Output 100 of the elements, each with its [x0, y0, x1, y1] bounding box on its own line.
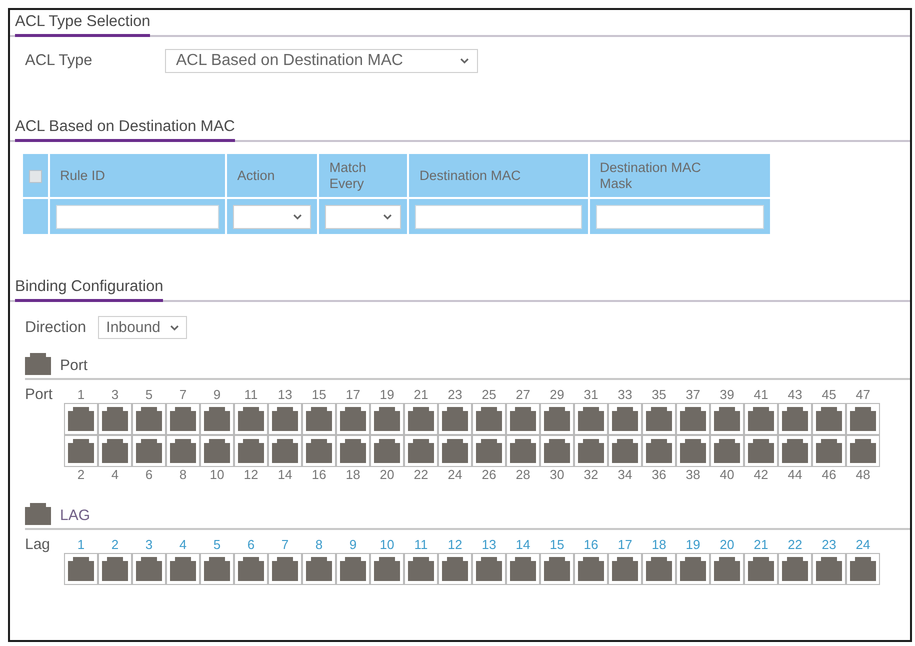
ethernet-port-icon[interactable]: [710, 553, 744, 585]
ethernet-port-icon[interactable]: [642, 403, 676, 435]
lag-number: 16: [582, 537, 600, 553]
ethernet-port-icon[interactable]: [132, 403, 166, 435]
ethernet-port-icon[interactable]: [540, 553, 574, 585]
ethernet-port-icon[interactable]: [608, 553, 642, 585]
ethernet-port-icon[interactable]: [540, 403, 574, 435]
ethernet-port-icon[interactable]: [404, 553, 438, 585]
ethernet-port-icon[interactable]: [506, 403, 540, 435]
ethernet-port-icon[interactable]: [98, 553, 132, 585]
text-field[interactable]: [56, 204, 220, 228]
ethernet-port-icon[interactable]: [234, 435, 268, 467]
ethernet-port-icon[interactable]: [234, 553, 268, 585]
ethernet-port-icon[interactable]: [676, 553, 710, 585]
ethernet-port-icon[interactable]: [166, 403, 200, 435]
ethernet-port-icon[interactable]: [98, 435, 132, 467]
ethernet-port-icon[interactable]: [744, 403, 778, 435]
text-field[interactable]: [596, 204, 764, 228]
ethernet-port-icon[interactable]: [404, 435, 438, 467]
ethernet-port-icon[interactable]: [846, 435, 880, 467]
ethernet-port-icon[interactable]: [676, 403, 710, 435]
ethernet-port-icon[interactable]: [846, 553, 880, 585]
ethernet-port-icon[interactable]: [302, 403, 336, 435]
port-number: 11: [243, 387, 259, 403]
port-number: 30: [548, 467, 566, 483]
ethernet-port-icon[interactable]: [98, 403, 132, 435]
ethernet-port-icon[interactable]: [200, 403, 234, 435]
ethernet-port-icon[interactable]: [200, 435, 234, 467]
ethernet-port-icon[interactable]: [64, 403, 98, 435]
port-number: 34: [616, 467, 634, 483]
ethernet-port-icon[interactable]: [778, 403, 812, 435]
ethernet-port-icon[interactable]: [574, 435, 608, 467]
port-number: 12: [242, 467, 260, 483]
ethernet-port-icon[interactable]: [166, 553, 200, 585]
ethernet-port-icon[interactable]: [812, 435, 846, 467]
ethernet-port-icon[interactable]: [370, 403, 404, 435]
ethernet-port-icon[interactable]: [846, 403, 880, 435]
ethernet-port-icon[interactable]: [370, 553, 404, 585]
ethernet-port-icon[interactable]: [302, 435, 336, 467]
ethernet-port-icon[interactable]: [370, 435, 404, 467]
ethernet-port-icon[interactable]: [642, 553, 676, 585]
ethernet-port-icon[interactable]: [438, 435, 472, 467]
ethernet-port-icon[interactable]: [608, 435, 642, 467]
ethernet-port-icon[interactable]: [268, 403, 302, 435]
ethernet-port-icon[interactable]: [778, 435, 812, 467]
field-label: ACL Type: [25, 52, 94, 70]
port-number: 18: [344, 467, 362, 483]
port-number: 36: [650, 467, 668, 483]
direction-select[interactable]: Inbound: [98, 316, 188, 339]
ethernet-port-icon[interactable]: [336, 435, 370, 467]
ethernet-port-icon[interactable]: [472, 403, 506, 435]
port-number: 47: [854, 387, 872, 403]
ethernet-port-icon[interactable]: [336, 403, 370, 435]
ethernet-port-icon[interactable]: [132, 435, 166, 467]
ethernet-port-icon[interactable]: [744, 553, 778, 585]
ethernet-port-icon[interactable]: [302, 553, 336, 585]
dropdown-field[interactable]: [233, 204, 312, 228]
ethernet-port-icon[interactable]: [642, 435, 676, 467]
ethernet-port-icon[interactable]: [472, 435, 506, 467]
lag-number: 17: [616, 537, 634, 553]
ethernet-port-icon[interactable]: [540, 435, 574, 467]
ethernet-port-icon[interactable]: [574, 553, 608, 585]
ethernet-port-icon[interactable]: [812, 553, 846, 585]
port-number: 26: [480, 467, 498, 483]
acl-type-select[interactable]: ACL Based on Destination MAC: [165, 49, 478, 73]
ethernet-port-icon[interactable]: [778, 553, 812, 585]
port-number: 48: [854, 467, 872, 483]
select-all-checkbox[interactable]: [29, 170, 42, 184]
ethernet-port-icon[interactable]: [64, 553, 98, 585]
text-field[interactable]: [415, 204, 582, 228]
ethernet-port-icon[interactable]: [268, 553, 302, 585]
ethernet-port-icon[interactable]: [438, 403, 472, 435]
ethernet-port-icon[interactable]: [574, 403, 608, 435]
ethernet-port-icon[interactable]: [438, 553, 472, 585]
lag-number: 13: [480, 537, 498, 553]
ethernet-port-icon[interactable]: [336, 553, 370, 585]
ethernet-port-icon[interactable]: [472, 553, 506, 585]
ethernet-port-icon[interactable]: [506, 435, 540, 467]
ethernet-port-icon[interactable]: [710, 403, 744, 435]
port-number: 10: [208, 467, 226, 483]
caret-icon: [293, 214, 302, 220]
column-header: Action: [227, 154, 318, 197]
ethernet-port-icon[interactable]: [812, 403, 846, 435]
ethernet-port-icon[interactable]: [268, 435, 302, 467]
ethernet-port-icon[interactable]: [676, 435, 710, 467]
port-number: 42: [752, 467, 770, 483]
column-header: Rule ID: [50, 154, 226, 197]
ethernet-port-icon[interactable]: [404, 403, 438, 435]
ethernet-port-icon[interactable]: [608, 403, 642, 435]
group-title: Port: [60, 357, 88, 375]
ethernet-port-icon[interactable]: [166, 435, 200, 467]
ethernet-port-icon[interactable]: [200, 553, 234, 585]
ethernet-port-icon[interactable]: [234, 403, 268, 435]
ethernet-port-icon[interactable]: [710, 435, 744, 467]
ethernet-port-icon[interactable]: [506, 553, 540, 585]
port-number: 41: [752, 387, 770, 403]
ethernet-port-icon[interactable]: [64, 435, 98, 467]
ethernet-port-icon[interactable]: [132, 553, 166, 585]
dropdown-field[interactable]: [325, 204, 402, 228]
ethernet-port-icon[interactable]: [744, 435, 778, 467]
